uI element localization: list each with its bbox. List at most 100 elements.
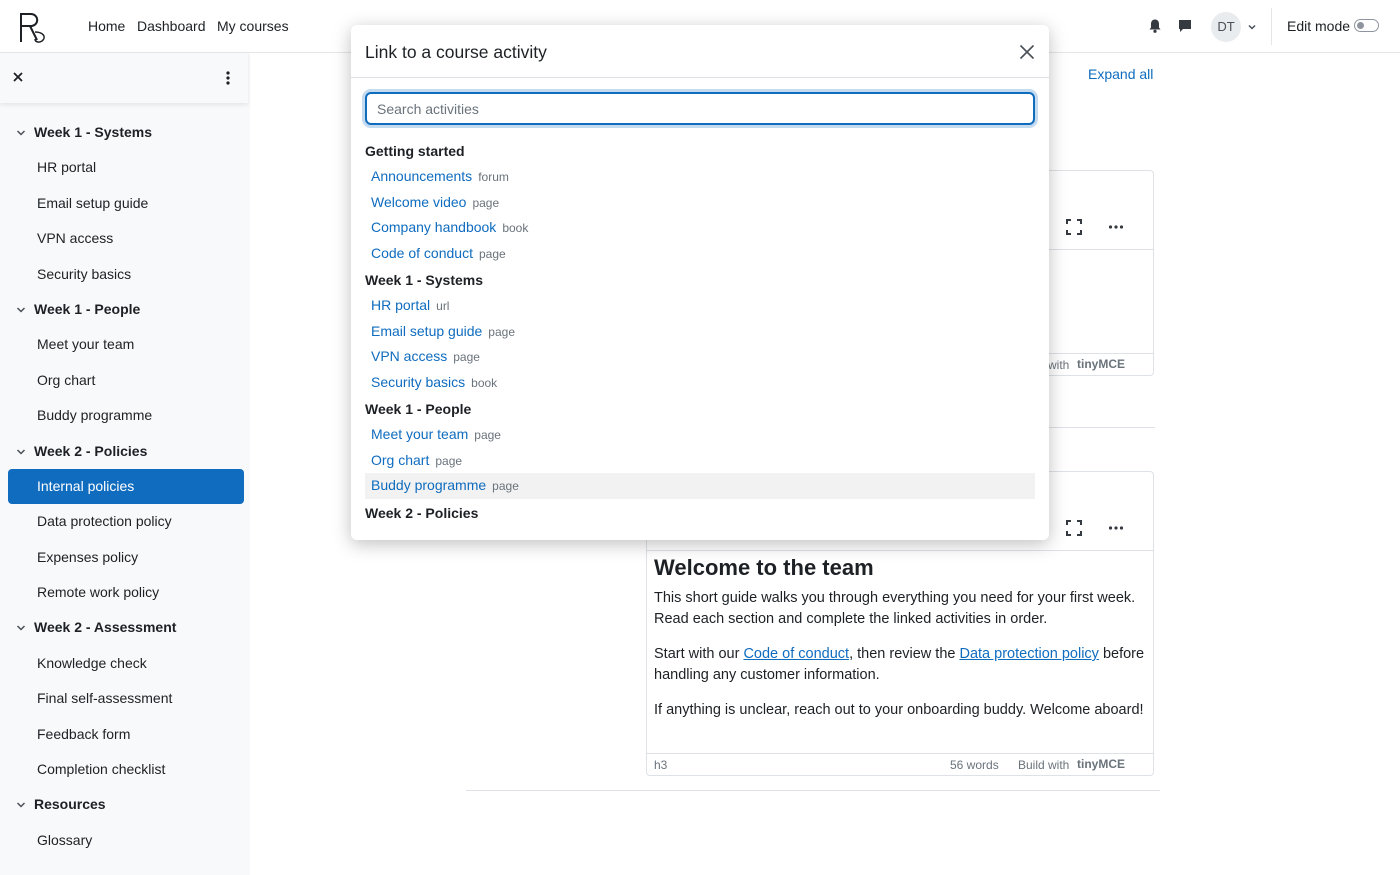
- expand-all-link[interactable]: Expand all: [1088, 66, 1153, 82]
- activity-name[interactable]: Announcements: [371, 168, 472, 184]
- sidebar-item-label: Meet your team: [37, 336, 135, 353]
- section-week-2-assessment[interactable]: Week 2 - Assessment: [0, 610, 250, 645]
- activity-name[interactable]: VPN access: [371, 348, 447, 364]
- sidebar-item-label: Feedback form: [37, 725, 131, 742]
- activity-item-code-of-conduct[interactable]: Code of conduct page: [365, 241, 1035, 267]
- activity-type: forum: [478, 170, 509, 184]
- activity-type: book: [502, 221, 529, 235]
- content-paragraph-2[interactable]: Start with our Code of conduct, then rev…: [654, 644, 1149, 686]
- activity-type: page: [488, 324, 515, 339]
- sidebar-item-glossary[interactable]: Glossary: [0, 823, 250, 858]
- word-count[interactable]: 56 words: [950, 758, 999, 772]
- activity-name[interactable]: Welcome video: [371, 194, 466, 210]
- fullscreen-icon[interactable]: [1066, 219, 1082, 235]
- activity-name[interactable]: Org chart: [371, 452, 429, 468]
- tinymce-logo[interactable]: tinyMCE: [1077, 357, 1125, 371]
- chevron-down-icon[interactable]: [16, 623, 26, 633]
- sidebar-item-security-basics[interactable]: Security basics: [0, 257, 250, 292]
- activity-item-buddy-programme[interactable]: Buddy programme page: [365, 473, 1035, 499]
- sidebar-item-meet-your-team[interactable]: Meet your team: [0, 327, 250, 362]
- avatar[interactable]: DT: [1211, 12, 1241, 42]
- sidebar-item-feedback-form[interactable]: Feedback form: [0, 717, 250, 752]
- chevron-down-icon[interactable]: [16, 128, 26, 138]
- activity-item-announcements[interactable]: Announcements forum: [365, 164, 1035, 190]
- kebab-menu-icon[interactable]: [219, 69, 237, 87]
- sidebar-item-vpn-access[interactable]: VPN access: [0, 221, 250, 256]
- activity-name[interactable]: Email setup guide: [371, 323, 482, 339]
- link-activity-dialog: Link to a course activity Getting starte…: [351, 25, 1049, 540]
- sidebar-item-internal-policies[interactable]: Internal policies: [0, 468, 250, 504]
- activity-name[interactable]: Security basics: [371, 374, 465, 390]
- course-index-drawer: Week 1 - Systems HR portal Email setup gui…: [0, 53, 250, 875]
- activity-name[interactable]: Company handbook: [371, 219, 496, 235]
- sidebar-item-hr-portal[interactable]: HR portal: [0, 150, 250, 185]
- close-icon[interactable]: [10, 69, 26, 85]
- activity-item-welcome-video[interactable]: Welcome video page: [365, 190, 1035, 216]
- section-title: Week 1 - Systems: [34, 124, 153, 140]
- activity-name[interactable]: Code of conduct: [371, 245, 473, 261]
- section-week-1-people[interactable]: Week 1 - People: [0, 292, 250, 327]
- fullscreen-icon[interactable]: [1066, 520, 1082, 536]
- group-title-week-1-people: Week 1 - People: [365, 401, 472, 417]
- nav-my-courses[interactable]: My courses: [217, 18, 289, 34]
- content-heading[interactable]: Welcome to the team: [654, 555, 874, 581]
- activity-item-security-basics[interactable]: Security basics book: [365, 370, 1035, 396]
- chevron-down-icon[interactable]: [16, 305, 26, 315]
- activity-name[interactable]: Meet your team: [371, 426, 468, 442]
- sidebar-item-label: Glossary: [37, 831, 93, 848]
- sidebar-item-completion-checklist[interactable]: Completion checklist: [0, 752, 250, 787]
- editor-2-statusbar: h3 56 words Build with tinyMCE: [647, 753, 1153, 775]
- sidebar-item-data-protection-policy[interactable]: Data protection policy: [0, 504, 250, 539]
- section-week-1-systems[interactable]: Week 1 - Systems: [0, 115, 250, 150]
- nav-dashboard[interactable]: Dashboard: [137, 18, 206, 34]
- sidebar-item-label: VPN access: [37, 230, 114, 247]
- content-paragraph-1[interactable]: This short guide walks you through every…: [654, 588, 1149, 630]
- element-path[interactable]: h3: [654, 758, 667, 772]
- sidebar-item-buddy-programme[interactable]: Buddy programme: [0, 398, 250, 433]
- activity-name[interactable]: Buddy programme: [371, 477, 486, 493]
- activity-item-email-setup-guide[interactable]: Email setup guide page: [365, 319, 1035, 345]
- section-divider: [466, 790, 1160, 791]
- chevron-down-icon[interactable]: [1247, 22, 1257, 32]
- sidebar-item-expenses-policy[interactable]: Expenses policy: [0, 540, 250, 575]
- activity-item-org-chart[interactable]: Org chart page: [365, 448, 1035, 474]
- sidebar-item-label: Email setup guide: [37, 194, 149, 211]
- code-of-conduct-link[interactable]: Code of conduct: [743, 646, 849, 662]
- activity-type: page: [453, 350, 480, 364]
- sidebar-item-remote-work-policy[interactable]: Remote work policy: [0, 575, 250, 610]
- sidebar-item-email-setup-guide[interactable]: Email setup guide: [0, 186, 250, 221]
- activity-type: book: [471, 375, 498, 390]
- content-paragraph-3[interactable]: If anything is unclear, reach out to you…: [654, 700, 1149, 721]
- sidebar-item-knowledge-check[interactable]: Knowledge check: [0, 646, 250, 681]
- activity-item-meet-your-team[interactable]: Meet your team page: [365, 422, 1035, 448]
- paragraph-text: Start with our: [654, 646, 744, 662]
- chevron-down-icon[interactable]: [16, 447, 26, 457]
- messages-icon[interactable]: [1177, 18, 1193, 34]
- tinymce-logo[interactable]: tinyMCE: [1077, 757, 1125, 771]
- sidebar-item-final-self-assessment[interactable]: Final self-assessment: [0, 681, 250, 716]
- more-icon[interactable]: [1108, 520, 1124, 536]
- edit-mode-toggle[interactable]: [1354, 19, 1379, 32]
- bell-icon[interactable]: [1147, 18, 1163, 34]
- build-with-text: Build with: [1018, 758, 1070, 772]
- data-protection-link[interactable]: Data protection policy: [959, 646, 1098, 662]
- activity-item-company-handbook[interactable]: Company handbook book: [365, 215, 1035, 241]
- activity-item-hr-portal[interactable]: HR portal url: [365, 293, 1035, 319]
- more-icon[interactable]: [1108, 219, 1124, 235]
- group-title-week-1-systems: Week 1 - Systems: [365, 272, 484, 288]
- close-icon[interactable]: [1019, 44, 1035, 60]
- sidebar-item-org-chart[interactable]: Org chart: [0, 363, 250, 398]
- activity-type: url: [436, 299, 450, 313]
- sidebar-item-label: Security basics: [37, 265, 132, 282]
- dialog-header: Link to a course activity: [351, 25, 1049, 78]
- section-week-2-policies[interactable]: Week 2 - Policies: [0, 434, 250, 469]
- site-logo[interactable]: [17, 10, 49, 44]
- nav-home[interactable]: Home: [88, 18, 125, 34]
- chevron-down-icon[interactable]: [16, 800, 26, 810]
- dialog-title: Link to a course activity: [365, 42, 547, 62]
- activity-name[interactable]: HR portal: [371, 297, 430, 313]
- group-title-getting-started: Getting started: [365, 143, 465, 159]
- search-activities-input[interactable]: [365, 92, 1035, 125]
- section-resources[interactable]: Resources: [0, 787, 250, 822]
- activity-item-vpn-access[interactable]: VPN access page: [365, 344, 1035, 370]
